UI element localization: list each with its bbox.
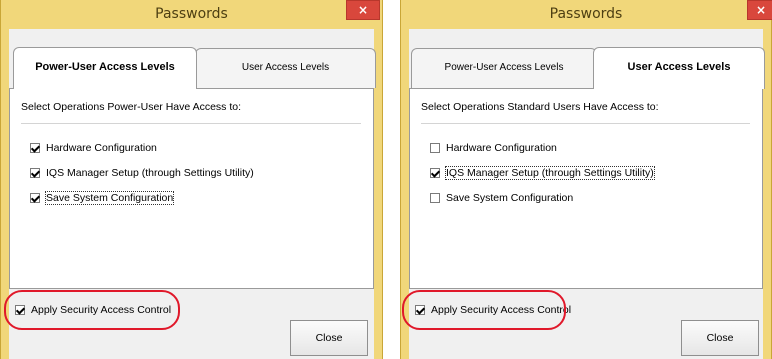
checkbox-icon[interactable] [30,193,40,203]
checkbox-icon[interactable] [30,168,40,178]
option-label: IQS Manager Setup (through Settings Util… [445,166,655,180]
close-button[interactable]: Close [681,320,759,356]
highlight-ring [402,290,566,330]
window-close-icon[interactable]: × [747,0,772,20]
panel-heading: Select Operations Standard Users Have Ac… [421,101,659,113]
title-bar[interactable]: Passwords × [401,0,772,29]
option-iqs-manager-setup[interactable]: IQS Manager Setup (through Settings Util… [30,166,254,180]
option-hardware-configuration[interactable]: Hardware Configuration [30,141,157,155]
tab-power-user-access-levels[interactable]: Power-User Access Levels [13,47,197,89]
tab-user-access-levels[interactable]: User Access Levels [195,48,376,88]
tab-strip: Power-User Access Levels User Access Lev… [9,47,376,89]
tab-strip: Power-User Access Levels User Access Lev… [409,47,765,89]
window-title: Passwords [155,6,228,22]
title-bar[interactable]: Passwords × [1,0,382,29]
highlight-ring [4,290,180,330]
option-label: IQS Manager Setup (through Settings Util… [46,167,254,179]
checkbox-icon[interactable] [430,168,440,178]
close-button[interactable]: Close [290,320,368,356]
option-label: Save System Configuration [44,191,175,205]
divider [421,123,750,124]
tab-panel: Select Operations Power-User Have Access… [9,88,374,289]
tab-panel: Select Operations Standard Users Have Ac… [409,88,763,289]
divider [21,123,361,124]
option-save-system-configuration[interactable]: Save System Configuration [30,191,175,205]
panel-heading: Select Operations Power-User Have Access… [21,101,242,113]
option-label: Hardware Configuration [446,142,557,154]
window-title: Passwords [549,6,623,22]
tab-user-access-levels[interactable]: User Access Levels [593,47,765,89]
option-save-system-configuration[interactable]: Save System Configuration [430,191,573,205]
checkbox-icon[interactable] [430,193,440,203]
option-hardware-configuration[interactable]: Hardware Configuration [430,141,557,155]
window-close-icon[interactable]: × [346,0,380,20]
tab-power-user-access-levels[interactable]: Power-User Access Levels [411,48,597,88]
option-label: Save System Configuration [446,192,574,204]
option-iqs-manager-setup[interactable]: IQS Manager Setup (through Settings Util… [430,166,655,180]
option-label: Hardware Configuration [46,142,157,154]
checkbox-icon[interactable] [30,143,40,153]
checkbox-icon[interactable] [430,143,440,153]
